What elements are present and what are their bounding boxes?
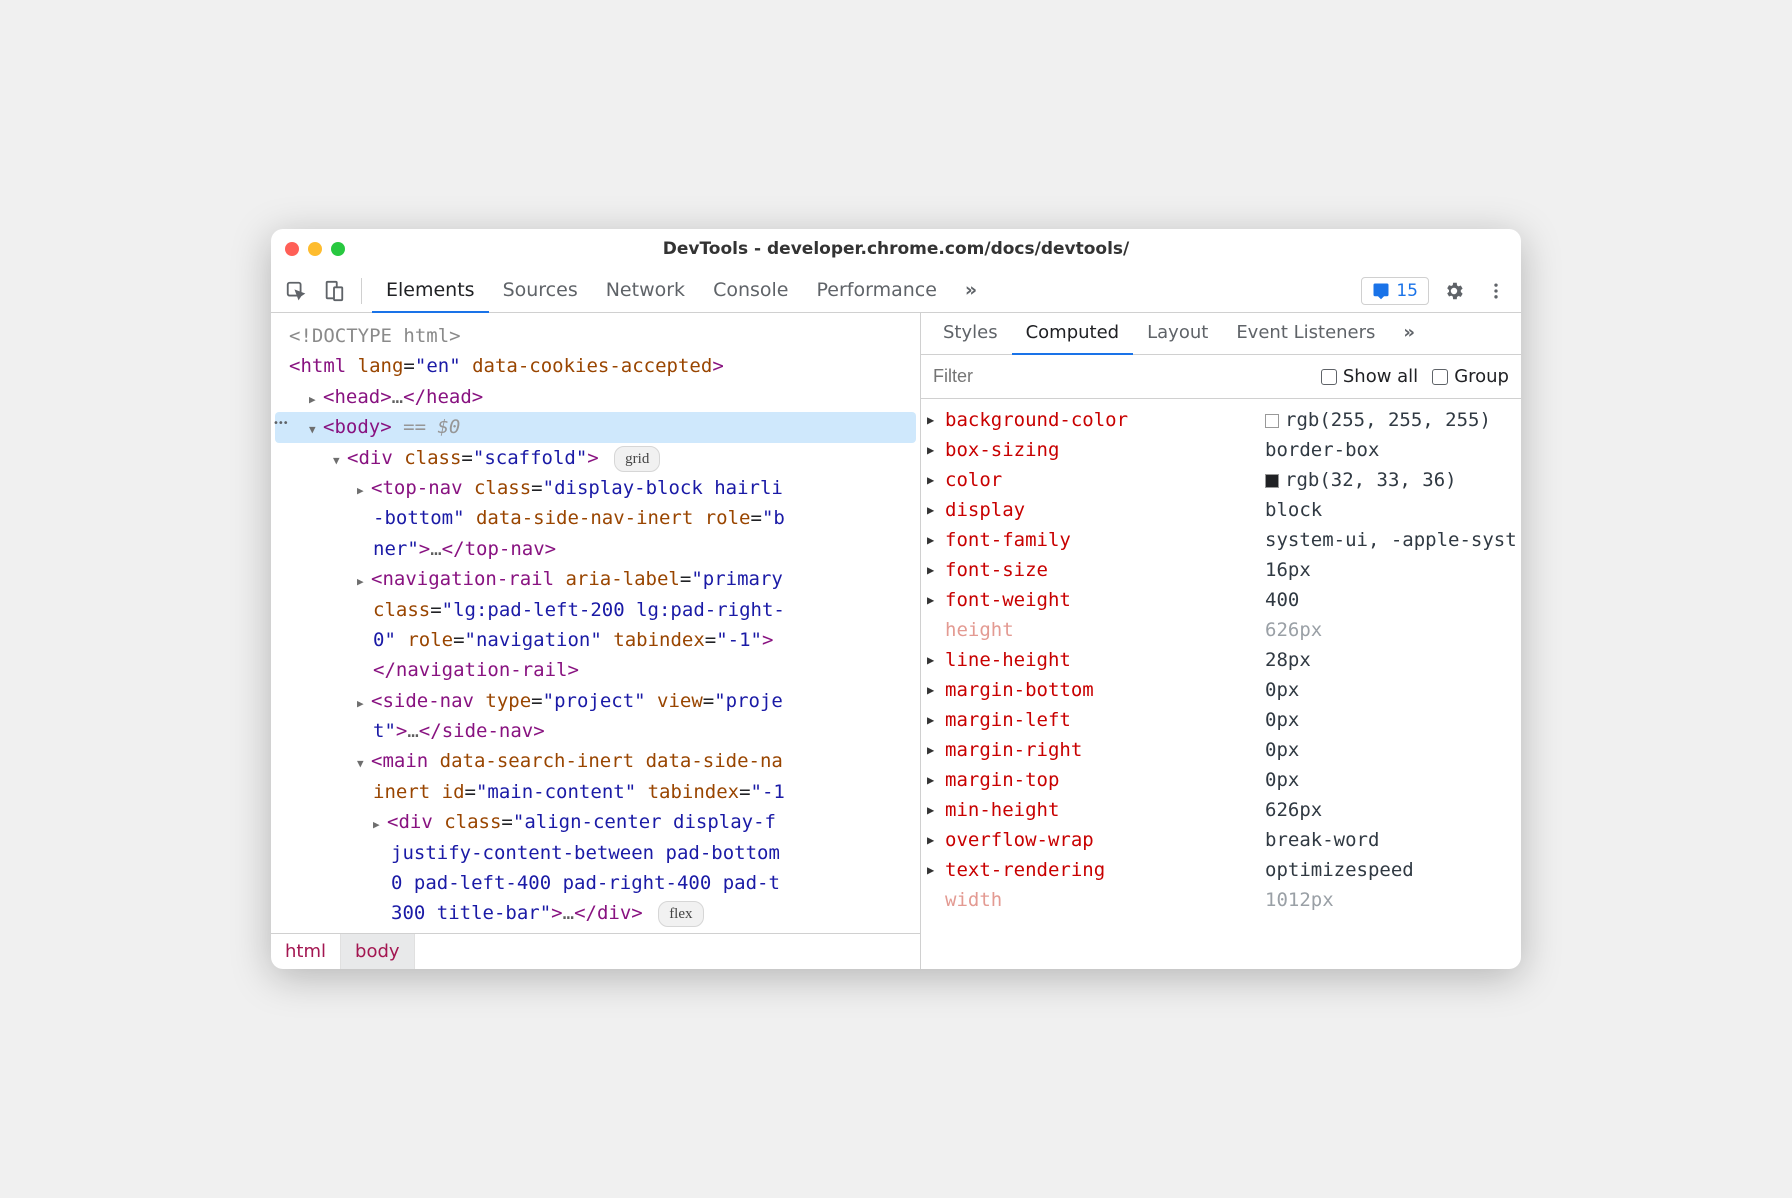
show-all-checkbox[interactable]: Show all [1321,366,1418,387]
tab-list: Elements Sources Network Console Perform… [372,269,991,313]
subtab-event-listeners[interactable]: Event Listeners [1222,313,1389,355]
devtools-window: DevTools - developer.chrome.com/docs/dev… [271,229,1521,969]
main-split: <!DOCTYPE html> <html lang="en" data-coo… [271,313,1521,969]
computed-row[interactable]: ▶margin-top0px [921,765,1521,795]
settings-icon[interactable] [1437,274,1471,308]
computed-row[interactable]: ▶font-size16px [921,555,1521,585]
flex-badge[interactable]: flex [658,901,703,927]
computed-row[interactable]: ▶margin-bottom0px [921,675,1521,705]
inspect-icon[interactable] [279,274,313,308]
selected-body-node[interactable]: ▼<body> == $0 [275,412,916,442]
crumb-html[interactable]: html [271,934,341,969]
issues-count: 15 [1396,281,1418,301]
tab-network[interactable]: Network [592,269,699,313]
traffic-lights [285,242,345,256]
sub-tabs: Styles Computed Layout Event Listeners » [921,313,1521,355]
tab-performance[interactable]: Performance [803,269,951,313]
computed-row[interactable]: ▶displayblock [921,495,1521,525]
more-menu-icon[interactable] [1479,274,1513,308]
computed-row[interactable]: width1012px [921,885,1521,915]
computed-row[interactable]: ▶min-height626px [921,795,1521,825]
issues-chip[interactable]: 15 [1361,277,1429,305]
computed-row[interactable]: ▶overflow-wrapbreak-word [921,825,1521,855]
tab-sources[interactable]: Sources [489,269,592,313]
computed-row[interactable]: ▶box-sizingborder-box [921,435,1521,465]
crumb-body[interactable]: body [341,934,415,969]
dom-tree[interactable]: <!DOCTYPE html> <html lang="en" data-coo… [271,313,920,933]
computed-row[interactable]: height626px [921,615,1521,645]
subtab-computed[interactable]: Computed [1012,313,1134,355]
top-tabs: Elements Sources Network Console Perform… [271,269,1521,313]
computed-row[interactable]: ▶background-colorrgb(255, 255, 255) [921,405,1521,435]
tabs-overflow-icon[interactable]: » [951,269,991,313]
grid-badge[interactable]: grid [614,446,660,472]
right-toolbar: 15 [1361,274,1513,308]
tab-console[interactable]: Console [699,269,802,313]
maximize-window-icon[interactable] [331,242,345,256]
subtab-layout[interactable]: Layout [1133,313,1222,355]
tab-elements[interactable]: Elements [372,269,489,313]
computed-row[interactable]: ▶font-weight400 [921,585,1521,615]
subtabs-overflow-icon[interactable]: » [1389,313,1429,355]
computed-row[interactable]: ▶line-height28px [921,645,1521,675]
filter-row: Show all Group [921,355,1521,399]
minimize-window-icon[interactable] [308,242,322,256]
subtab-styles[interactable]: Styles [929,313,1012,355]
titlebar: DevTools - developer.chrome.com/docs/dev… [271,229,1521,269]
breadcrumbs: html body [271,933,920,969]
computed-list[interactable]: ▶background-colorrgb(255, 255, 255)▶box-… [921,399,1521,969]
styles-sidebar: Styles Computed Layout Event Listeners »… [921,313,1521,969]
elements-panel: <!DOCTYPE html> <html lang="en" data-coo… [271,313,921,969]
doctype: <!DOCTYPE html> [289,325,461,347]
device-toggle-icon[interactable] [317,274,351,308]
group-checkbox[interactable]: Group [1432,366,1509,387]
filter-input[interactable] [933,366,1307,387]
computed-row[interactable]: ▶margin-left0px [921,705,1521,735]
computed-row[interactable]: ▶font-familysystem-ui, -apple-syst [921,525,1521,555]
window-title: DevTools - developer.chrome.com/docs/dev… [345,239,1447,259]
computed-row[interactable]: ▶text-renderingoptimizespeed [921,855,1521,885]
computed-row[interactable]: ▶margin-right0px [921,735,1521,765]
close-window-icon[interactable] [285,242,299,256]
computed-row[interactable]: ▶colorrgb(32, 33, 36) [921,465,1521,495]
